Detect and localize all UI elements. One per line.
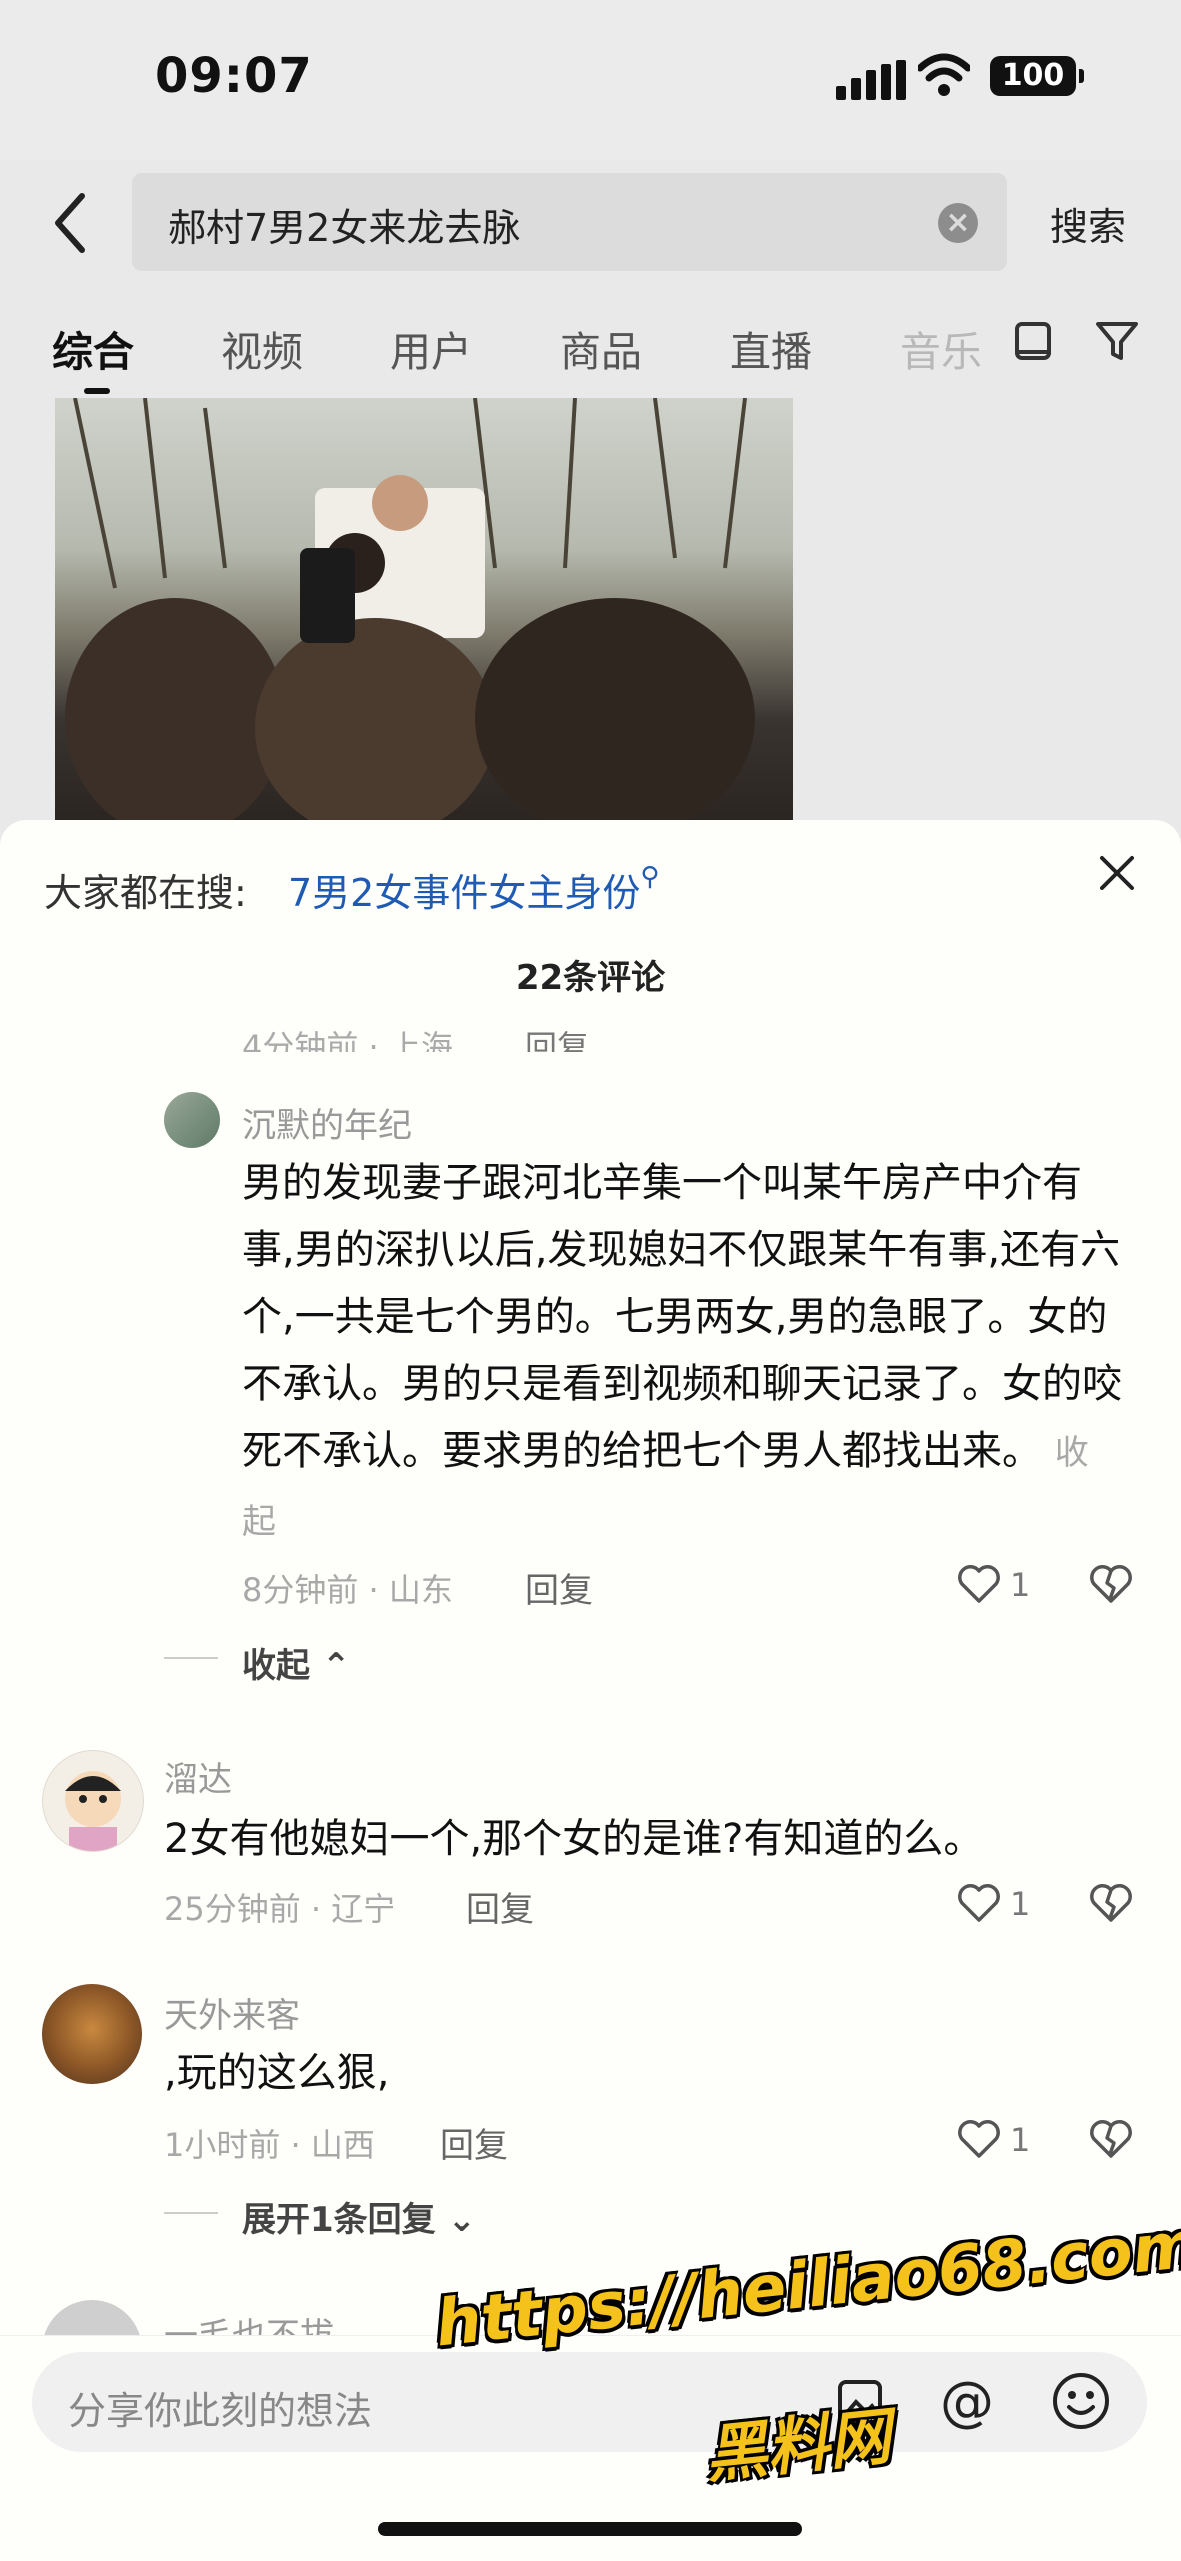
- expand-replies-button[interactable]: 展开1条回复 ⌄: [242, 2192, 476, 2241]
- dislike-broken-heart-icon[interactable]: [1088, 1880, 1134, 1926]
- search-query: 郝村7男2女来龙去脉: [168, 206, 521, 250]
- dislike-broken-heart-icon[interactable]: [1088, 1561, 1134, 1607]
- tab-users[interactable]: 用户: [390, 318, 472, 378]
- comment-text: 2女有他媳妇一个,那个女的是谁?有知道的么。: [164, 1816, 984, 1862]
- dislike-broken-heart-icon[interactable]: [1088, 2116, 1134, 2162]
- hot-search-label: 大家都在搜:: [44, 871, 247, 915]
- comment-text: 男的发现妻子跟河北辛集一个叫某午房产中介有事,男的深扒以后,发现媳妇不仅跟某午有…: [242, 1150, 1122, 1556]
- layout-toggle-icon[interactable]: [1010, 318, 1056, 364]
- expand-replies-label: 展开1条回复: [242, 2200, 436, 2240]
- comment-count: 22条评论: [515, 958, 666, 998]
- reply-button[interactable]: 回复: [440, 2118, 508, 2167]
- cellular-signal-icon: [836, 60, 906, 100]
- comment-meta: 25分钟前 · 辽宁: [164, 1890, 396, 1928]
- thread-divider: [164, 1657, 218, 1659]
- comment-text: ,玩的这么狠,: [164, 2050, 390, 2096]
- like-heart-icon[interactable]: [956, 1561, 1002, 1607]
- search-button[interactable]: 搜索: [1050, 196, 1126, 251]
- tab-music[interactable]: 音乐: [900, 318, 982, 378]
- video-thumbnail[interactable]: [55, 398, 793, 828]
- comment-username[interactable]: 溜达: [164, 1752, 232, 1801]
- comment-meta: 1小时前 · 山西: [164, 2126, 375, 2164]
- avatar[interactable]: [42, 1984, 142, 2084]
- collapse-replies-button[interactable]: 收起 ⌃: [242, 1638, 350, 1687]
- hot-search-link-text: 7男2女事件女主身份: [288, 871, 641, 915]
- hot-search-link[interactable]: 7男2女事件女主身份⚲: [288, 862, 659, 917]
- filter-icon[interactable]: [1094, 318, 1140, 364]
- reply-button[interactable]: 回复: [466, 1882, 534, 1931]
- close-icon[interactable]: [1092, 848, 1142, 898]
- avatar[interactable]: [164, 1092, 220, 1148]
- reply-button[interactable]: 回复: [525, 1563, 593, 1612]
- wifi-icon: [918, 53, 970, 96]
- like-heart-icon[interactable]: [956, 2116, 1002, 2162]
- chevron-up-icon: ⌃: [321, 1646, 351, 1686]
- status-time: 09:07: [155, 48, 313, 104]
- like-heart-icon[interactable]: [956, 1880, 1002, 1926]
- mention-icon[interactable]: @: [940, 2370, 994, 2433]
- cutoff-meta: 4分钟前 · 上海: [242, 1028, 453, 1052]
- like-count: 1: [1010, 1566, 1031, 1604]
- comment-username[interactable]: 一毛也不拔: [164, 2308, 334, 2336]
- battery-indicator: 100: [990, 56, 1084, 96]
- comment-username[interactable]: 天外来客: [164, 1988, 300, 2037]
- comment-input-placeholder: 分享你此刻的想法: [68, 2389, 373, 2433]
- search-small-icon: ⚲: [640, 862, 660, 892]
- back-arrow-icon[interactable]: [48, 190, 98, 256]
- comment-username[interactable]: 沉默的年纪: [242, 1098, 412, 1147]
- like-count: 1: [1010, 2121, 1031, 2159]
- tab-live[interactable]: 直播: [730, 318, 812, 378]
- like-count: 1: [1010, 1885, 1031, 1923]
- tab-video[interactable]: 视频: [221, 318, 303, 378]
- tab-comprehensive[interactable]: 综合: [52, 318, 134, 378]
- clear-search-icon[interactable]: ×: [938, 203, 978, 243]
- search-input[interactable]: 郝村7男2女来龙去脉 ×: [132, 173, 1007, 271]
- avatar[interactable]: [42, 1750, 144, 1852]
- comment-meta: 8分钟前 · 山东: [242, 1571, 453, 1609]
- tab-goods[interactable]: 商品: [560, 318, 642, 378]
- collapse-replies-label: 收起: [242, 1646, 310, 1686]
- emoji-icon[interactable]: [1050, 2370, 1112, 2432]
- active-tab-indicator: [84, 388, 110, 394]
- comment-text-body: 男的发现妻子跟河北辛集一个叫某午房产中介有事,男的深扒以后,发现媳妇不仅跟某午有…: [242, 1160, 1122, 1474]
- home-indicator: [378, 2522, 802, 2536]
- chevron-down-icon: ⌄: [447, 2200, 477, 2240]
- cutoff-reply[interactable]: 回复: [525, 1022, 589, 1052]
- thread-divider: [164, 2212, 218, 2214]
